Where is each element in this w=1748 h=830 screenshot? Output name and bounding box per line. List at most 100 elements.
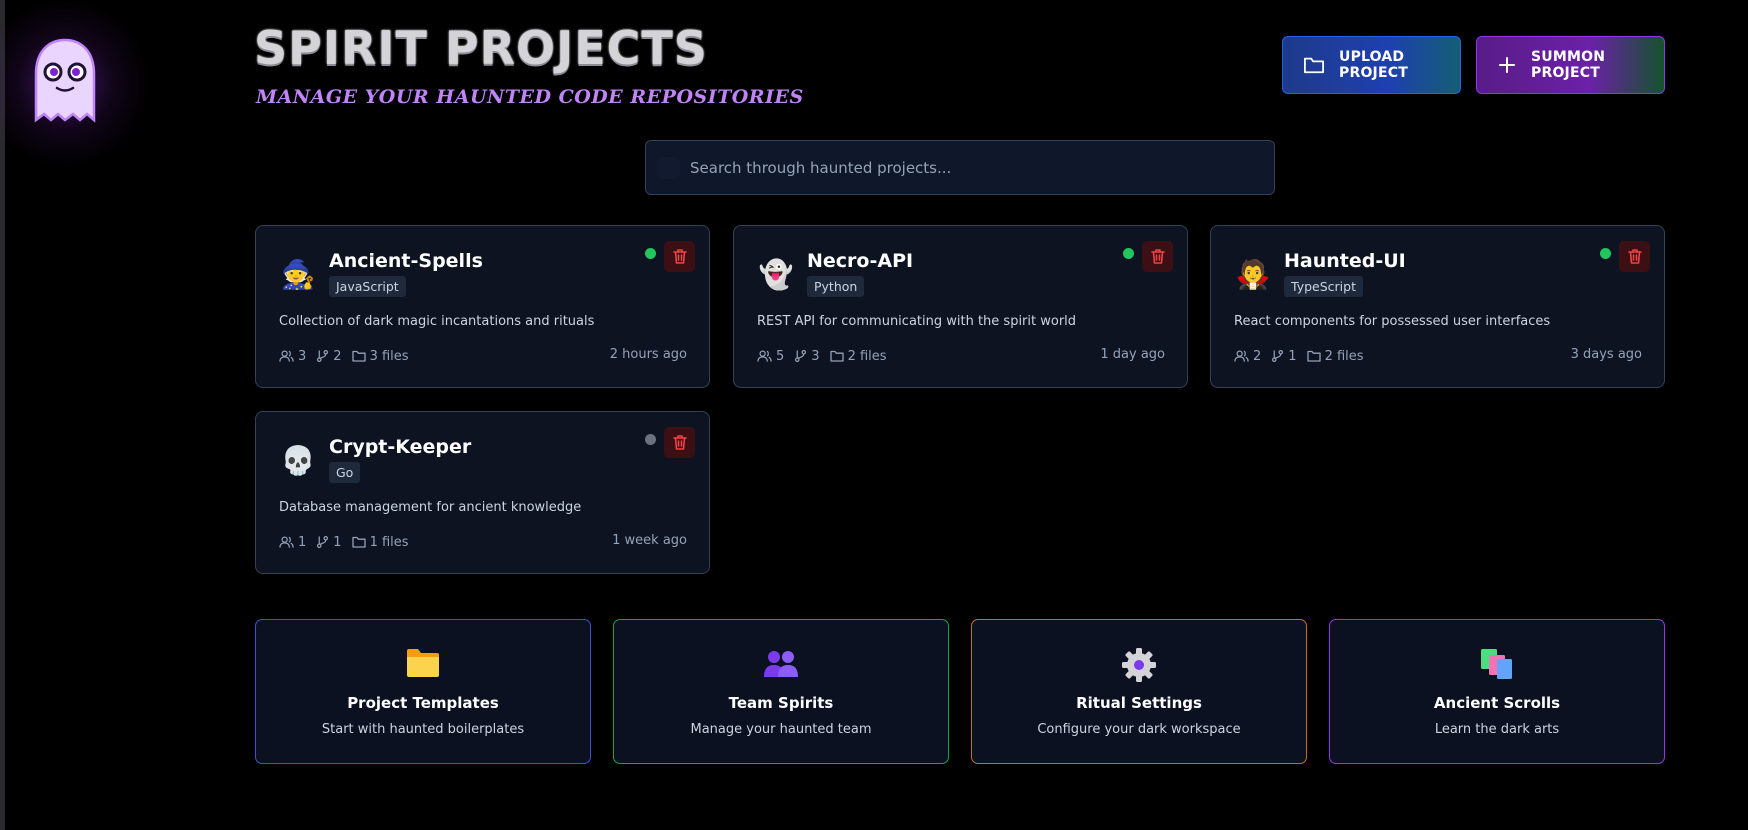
branches-value: 2	[333, 348, 342, 364]
project-meta: 3 2 3 files	[279, 347, 409, 365]
project-meta: 1 1 1 files	[279, 533, 409, 551]
members-count: 1	[279, 535, 306, 550]
gear-icon	[972, 647, 1306, 683]
status-indicator	[1600, 248, 1611, 259]
quick-action-project-templates[interactable]: Project Templates Start with haunted boi…	[255, 619, 591, 764]
search-icon	[658, 157, 680, 179]
git-branch-icon	[795, 350, 807, 362]
delete-project-button[interactable]	[1142, 241, 1173, 272]
status-indicator	[645, 434, 656, 445]
project-description: Database management for ancient knowledg…	[279, 500, 582, 515]
git-branch-icon	[317, 536, 329, 548]
search-bar	[645, 140, 1275, 195]
folder-icon	[829, 350, 844, 362]
upload-project-label: Upload Project	[1339, 49, 1408, 81]
files-value: 2 files	[1324, 348, 1364, 364]
team-icon	[614, 647, 948, 683]
quick-action-title: Ancient Scrolls	[1433, 694, 1561, 712]
summon-project-button[interactable]: Summon Project	[1476, 36, 1665, 94]
delete-project-button[interactable]	[664, 427, 695, 458]
project-name[interactable]: Haunted-UI	[1284, 250, 1406, 272]
project-name[interactable]: Necro-API	[807, 250, 913, 272]
git-branch-icon	[1272, 350, 1284, 362]
members-value: 5	[776, 348, 785, 364]
page-title: Spirit Projects	[254, 21, 708, 75]
books-icon	[1330, 647, 1664, 683]
ghost-logo	[0, 0, 150, 168]
files-value: 3 files	[369, 348, 409, 364]
summon-project-label: Summon Project	[1531, 49, 1606, 81]
language-badge: JavaScript	[329, 276, 406, 297]
files-count: 2 files	[1306, 348, 1364, 364]
plus-icon	[1497, 55, 1517, 75]
branches-value: 1	[333, 534, 342, 550]
last-updated: 1 day ago	[1100, 347, 1165, 362]
last-updated: 3 days ago	[1570, 347, 1642, 362]
upload-project-button[interactable]: Upload Project	[1282, 36, 1461, 94]
quick-action-subtitle: Configure your dark workspace	[1037, 722, 1241, 737]
members-count: 3	[279, 349, 306, 364]
users-icon	[279, 536, 294, 548]
branches-count: 2	[316, 348, 342, 364]
quick-action-ancient-scrolls[interactable]: Ancient Scrolls Learn the dark arts	[1329, 619, 1665, 764]
ghost-icon	[34, 38, 96, 123]
project-meta: 2 1 2 files	[1234, 347, 1364, 365]
files-value: 2 files	[847, 348, 887, 364]
project-meta: 5 3 2 files	[757, 347, 887, 365]
git-branch-icon	[317, 350, 329, 362]
page-subtitle: Manage your haunted code repositories	[256, 86, 804, 108]
project-name[interactable]: Ancient-Spells	[329, 250, 483, 272]
project-avatar-icon: 💀	[280, 444, 316, 477]
delete-project-button[interactable]	[1619, 241, 1650, 272]
project-avatar-icon: 🧙	[280, 258, 316, 291]
members-count: 5	[757, 349, 784, 364]
language-badge: Go	[329, 462, 361, 483]
quick-action-title: Project Templates	[347, 694, 499, 712]
branches-count: 1	[316, 534, 342, 550]
project-card[interactable]: 👻 Necro-API Python REST API for communic…	[733, 225, 1188, 388]
trash-icon	[672, 435, 687, 450]
last-updated: 1 week ago	[612, 533, 687, 548]
last-updated: 2 hours ago	[609, 347, 687, 362]
branches-value: 3	[811, 348, 820, 364]
quick-action-subtitle: Manage your haunted team	[690, 722, 872, 737]
language-badge: Python	[807, 276, 865, 297]
users-icon	[1234, 350, 1249, 362]
users-icon	[757, 350, 772, 362]
members-count: 2	[1234, 349, 1261, 364]
users-icon	[279, 350, 294, 362]
project-card[interactable]: 🧙 Ancient-Spells JavaScript Collection o…	[255, 225, 710, 388]
folder-icon	[351, 350, 366, 362]
quick-action-ritual-settings[interactable]: Ritual Settings Configure your dark work…	[971, 619, 1307, 764]
files-count: 3 files	[351, 348, 409, 364]
trash-icon	[672, 249, 687, 264]
project-description: REST API for communicating with the spir…	[757, 314, 1077, 329]
delete-project-button[interactable]	[664, 241, 695, 272]
quick-action-subtitle: Start with haunted boilerplates	[321, 722, 525, 737]
files-count: 2 files	[829, 348, 887, 364]
project-card[interactable]: 🧛 Haunted-UI TypeScript React components…	[1210, 225, 1665, 388]
folder-icon	[351, 536, 366, 548]
members-value: 1	[298, 534, 307, 550]
trash-icon	[1150, 249, 1165, 264]
quick-action-title: Ritual Settings	[1076, 694, 1202, 712]
branches-count: 3	[794, 348, 820, 364]
project-name[interactable]: Crypt-Keeper	[329, 436, 471, 458]
project-description: React components for possessed user inte…	[1234, 314, 1551, 329]
quick-action-team-spirits[interactable]: Team Spirits Manage your haunted team	[613, 619, 949, 764]
trash-icon	[1627, 249, 1642, 264]
language-badge: TypeScript	[1284, 276, 1363, 297]
members-value: 2	[1253, 348, 1262, 364]
files-count: 1 files	[351, 534, 409, 550]
folder-icon	[256, 647, 590, 683]
folder-icon	[1303, 55, 1325, 75]
files-value: 1 files	[369, 534, 409, 550]
search-input[interactable]	[690, 141, 1260, 194]
project-avatar-icon: 🧛	[1235, 258, 1271, 291]
members-value: 3	[298, 348, 307, 364]
quick-action-title: Team Spirits	[728, 694, 834, 712]
project-description: Collection of dark magic incantations an…	[279, 314, 595, 329]
project-avatar-icon: 👻	[758, 258, 794, 291]
project-card[interactable]: 💀 Crypt-Keeper Go Database management fo…	[255, 411, 710, 574]
folder-icon	[1306, 350, 1321, 362]
